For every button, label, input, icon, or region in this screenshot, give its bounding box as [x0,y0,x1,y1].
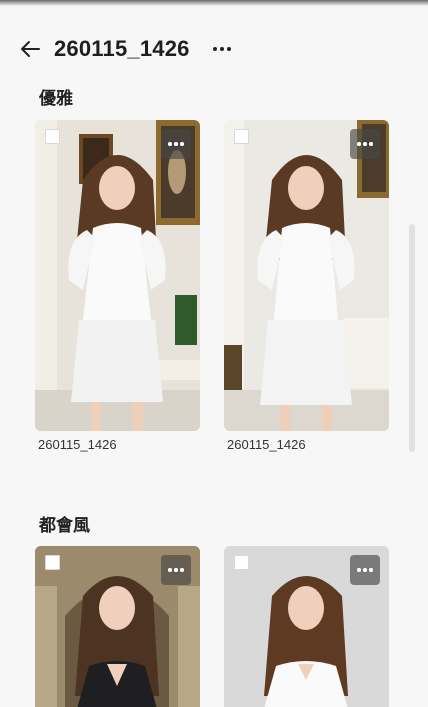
photo-card[interactable] [224,546,389,707]
scrollbar-thumb[interactable] [409,224,415,452]
photo-caption: 260115_1426 [227,437,306,452]
select-checkbox[interactable] [234,129,249,144]
more-dot [226,47,231,51]
more-horizontal-icon [168,568,172,572]
section-title-elegant: 優雅 [39,89,73,109]
more-dot [363,142,367,146]
top-shadow [0,0,428,6]
portrait-photo-white-dress-living-room [224,120,389,431]
arrow-left-icon [21,41,40,57]
card-more-button[interactable] [350,555,380,585]
card-more-button[interactable] [161,129,191,159]
select-checkbox[interactable] [45,555,60,570]
more-dot [369,142,373,146]
back-button[interactable] [20,35,48,63]
more-dot [180,142,184,146]
more-horizontal-icon [357,568,361,572]
more-horizontal-icon [357,142,361,146]
more-dot [369,568,373,572]
card-more-button[interactable] [350,129,380,159]
more-horizontal-icon [168,142,172,146]
portrait-photo-white-dress-room [35,120,200,431]
more-dot [174,568,178,572]
photo-caption: 260115_1426 [38,437,117,452]
page-more-button[interactable] [210,37,234,61]
section-title-urban: 都會風 [39,516,90,536]
more-dot [174,142,178,146]
more-horizontal-icon [212,47,217,51]
photo-card[interactable] [35,546,200,707]
more-dot [363,568,367,572]
photo-card[interactable] [35,120,200,431]
photo-card[interactable] [224,120,389,431]
card-more-button[interactable] [161,555,191,585]
page-title: 260115_1426 [54,36,190,61]
more-dot [219,47,224,51]
select-checkbox[interactable] [234,555,249,570]
more-dot [180,568,184,572]
select-checkbox[interactable] [45,129,60,144]
page-header: 260115_1426 [20,34,234,64]
